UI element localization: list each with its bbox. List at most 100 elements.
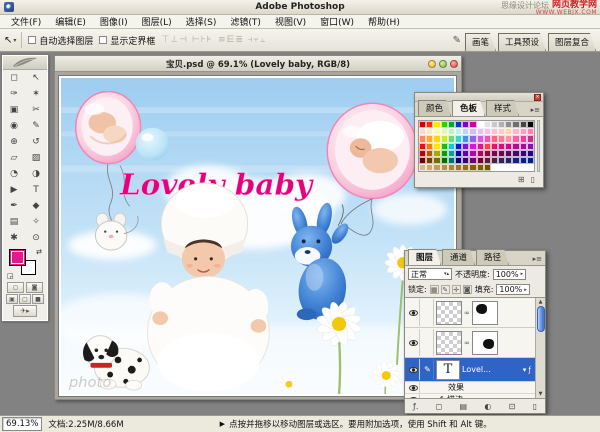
layer-effect-row[interactable]: ƒ描边: [405, 394, 535, 399]
blend-mode-select[interactable]: 正常▾▴: [408, 268, 452, 280]
color-swatch[interactable]: [433, 135, 440, 142]
color-swatch[interactable]: [527, 135, 534, 142]
foreground-color-swatch[interactable]: [9, 249, 26, 266]
empty-swatch[interactable]: [527, 164, 534, 171]
close-icon[interactable]: ×: [534, 94, 541, 101]
color-swatch[interactable]: [520, 121, 527, 128]
color-swatch[interactable]: [484, 150, 491, 157]
color-swatch[interactable]: [512, 128, 519, 135]
layers-scrollbar[interactable]: ▲ ▼: [535, 298, 545, 398]
pen-tool[interactable]: ✒: [3, 198, 25, 214]
minimize-button[interactable]: [428, 60, 436, 68]
color-swatch[interactable]: [484, 128, 491, 135]
menu-item[interactable]: 滤镜(T): [223, 15, 268, 28]
show-bounds-checkbox[interactable]: [99, 36, 107, 44]
quick-mask-mode-button[interactable]: ◙: [26, 282, 43, 293]
layer-mask-thumbnail[interactable]: [472, 301, 498, 325]
color-swatch[interactable]: [441, 164, 448, 171]
menu-item[interactable]: 选择(S): [179, 15, 224, 28]
clone-stamp-tool[interactable]: ⊕: [3, 134, 25, 150]
layer-style-icon[interactable]: ƒ.: [413, 402, 418, 411]
crop-tool[interactable]: ▣: [3, 102, 25, 118]
default-colors-icon[interactable]: ◲: [7, 272, 14, 280]
color-swatch[interactable]: [448, 135, 455, 142]
menu-item[interactable]: 图层(L): [135, 15, 179, 28]
color-swatch[interactable]: [419, 121, 426, 128]
color-swatch[interactable]: [441, 135, 448, 142]
color-swatch[interactable]: [498, 150, 505, 157]
color-swatch[interactable]: [527, 121, 534, 128]
empty-swatch[interactable]: [512, 164, 519, 171]
adjustment-layer-icon[interactable]: ◐: [484, 402, 491, 411]
notes-tool[interactable]: ▤: [3, 214, 25, 230]
zoom-tool[interactable]: ⊙: [25, 230, 47, 246]
fill-field[interactable]: 100%▸: [496, 284, 529, 295]
visibility-eye-icon[interactable]: [409, 397, 418, 400]
move-tool[interactable]: ↖: [25, 70, 47, 86]
color-swatch[interactable]: [433, 150, 440, 157]
visibility-eye-icon[interactable]: [409, 340, 418, 346]
layer-row[interactable]: ∞: [405, 298, 535, 328]
color-swatch[interactable]: [484, 164, 491, 171]
type-tool[interactable]: T: [25, 182, 47, 198]
color-swatch[interactable]: [419, 150, 426, 157]
color-swatch[interactable]: [419, 164, 426, 171]
color-swatch[interactable]: [505, 128, 512, 135]
color-swatch[interactable]: [484, 121, 491, 128]
color-swatch[interactable]: [469, 128, 476, 135]
fullscreen-menubar-button[interactable]: ▢: [19, 294, 31, 304]
color-swatch[interactable]: [469, 164, 476, 171]
color-swatch[interactable]: [512, 135, 519, 142]
current-tool-preview[interactable]: ↖ ▾: [4, 32, 22, 48]
color-swatch[interactable]: [455, 128, 462, 135]
history-brush-tool[interactable]: ↺: [25, 134, 47, 150]
color-swatch[interactable]: [455, 164, 462, 171]
color-swatch[interactable]: [477, 121, 484, 128]
maximize-button[interactable]: [439, 60, 447, 68]
layer-name[interactable]: Lovel...: [462, 365, 521, 374]
document-title-bar[interactable]: 宝贝.psd @ 69.1% (Lovely baby, RGB/8): [55, 56, 461, 72]
panel-menu-icon[interactable]: ▸≡: [531, 106, 540, 114]
visibility-eye-icon[interactable]: [409, 367, 418, 373]
color-swatch[interactable]: [498, 128, 505, 135]
auto-select-layer-option[interactable]: 自动选择图层: [28, 34, 93, 47]
healing-brush-tool[interactable]: ◉: [3, 118, 25, 134]
lock-transparency-icon[interactable]: ▦: [430, 285, 439, 294]
color-swatch[interactable]: [426, 143, 433, 150]
color-swatch[interactable]: [520, 128, 527, 135]
color-swatch[interactable]: [498, 121, 505, 128]
color-swatch[interactable]: [484, 135, 491, 142]
color-swatch[interactable]: [462, 128, 469, 135]
color-swatch[interactable]: [462, 121, 469, 128]
color-swatch[interactable]: [520, 150, 527, 157]
fullscreen-button[interactable]: ■: [32, 294, 44, 304]
color-swatch[interactable]: [455, 135, 462, 142]
color-swatch[interactable]: [469, 135, 476, 142]
color-swatch[interactable]: [462, 150, 469, 157]
rectangular-marquee-tool[interactable]: ◻: [3, 70, 25, 86]
color-swatch[interactable]: [441, 121, 448, 128]
canvas[interactable]: Lovely baby: [61, 78, 454, 394]
brush-preset-icon[interactable]: ✎: [453, 35, 461, 46]
color-swatch[interactable]: [505, 150, 512, 157]
new-swatch-icon[interactable]: ⊞: [518, 175, 525, 184]
color-swatch[interactable]: [462, 164, 469, 171]
layer-mask-thumbnail[interactable]: [472, 331, 498, 355]
slice-tool[interactable]: ✂: [25, 102, 47, 118]
layer-set-icon[interactable]: ▤: [460, 402, 468, 411]
color-swatch[interactable]: [527, 157, 534, 164]
menu-item[interactable]: 窗口(W): [313, 15, 361, 28]
blur-tool[interactable]: ◔: [3, 166, 25, 182]
color-swatch[interactable]: [505, 135, 512, 142]
color-swatch[interactable]: [441, 128, 448, 135]
color-swatch[interactable]: [433, 164, 440, 171]
eyedropper-tool[interactable]: ✧: [25, 214, 47, 230]
color-swatch[interactable]: [512, 150, 519, 157]
layer-effects-badges[interactable]: ▾ ƒ: [523, 366, 533, 374]
color-swatch[interactable]: [448, 121, 455, 128]
color-swatch[interactable]: [527, 128, 534, 135]
menu-item[interactable]: 编辑(E): [48, 15, 93, 28]
color-swatch[interactable]: [426, 157, 433, 164]
color-swatch[interactable]: [469, 157, 476, 164]
magic-wand-tool[interactable]: ✶: [25, 86, 47, 102]
